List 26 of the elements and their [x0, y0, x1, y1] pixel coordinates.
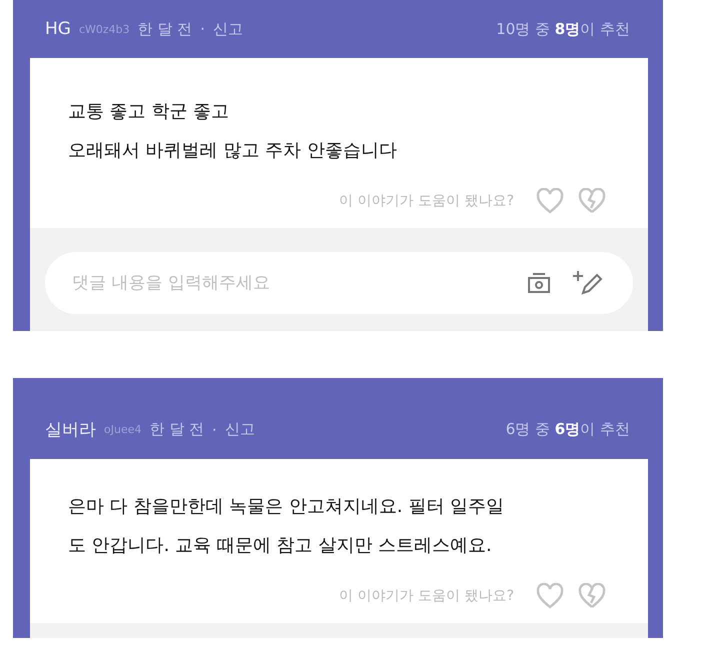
user-id: cW0z4b3: [78, 22, 130, 36]
broken-heart-icon[interactable]: [578, 583, 606, 609]
comment-input[interactable]: 댓글 내용을 입력해주세요: [70, 272, 505, 294]
recommend-count: 6명 중 6명이 추천: [506, 420, 630, 439]
camera-icon[interactable]: [527, 272, 551, 294]
author-name: HG: [45, 19, 71, 39]
review-text: 은마 다 참을만한데 녹물은 안고쳐지네요. 필터 일주일: [68, 495, 506, 519]
heart-icon[interactable]: [536, 583, 564, 609]
report-link[interactable]: 신고: [212, 20, 243, 38]
review-text: 오래돼서 바퀴벌레 많고 주차 안좋습니다: [68, 139, 398, 163]
helpful-prompt: 이 이야기가 도움이 됐나요?: [339, 587, 514, 605]
separator: ·: [212, 420, 217, 438]
comment-field[interactable]: 댓글 내용을 입력해주세요: [45, 252, 633, 314]
user-id: oJuee4: [104, 423, 142, 436]
review-text: 교통 좋고 학군 좋고: [68, 100, 230, 124]
helpful-prompt: 이 이야기가 도움이 됐나요?: [339, 192, 514, 210]
review-text: 도 안갑니다. 교육 때문에 참고 살지만 스트레스예요.: [68, 534, 493, 558]
separator: ·: [200, 20, 205, 38]
add-pencil-icon[interactable]: [573, 270, 603, 296]
heart-icon[interactable]: [536, 188, 564, 214]
post-time: 한 달 전: [138, 20, 192, 38]
post-time: 한 달 전: [149, 420, 204, 439]
recommend-count: 10명 중 8명이 추천: [496, 20, 630, 38]
broken-heart-icon[interactable]: [578, 188, 606, 214]
author-name: 실버라: [45, 419, 96, 441]
report-link[interactable]: 신고: [224, 420, 255, 439]
